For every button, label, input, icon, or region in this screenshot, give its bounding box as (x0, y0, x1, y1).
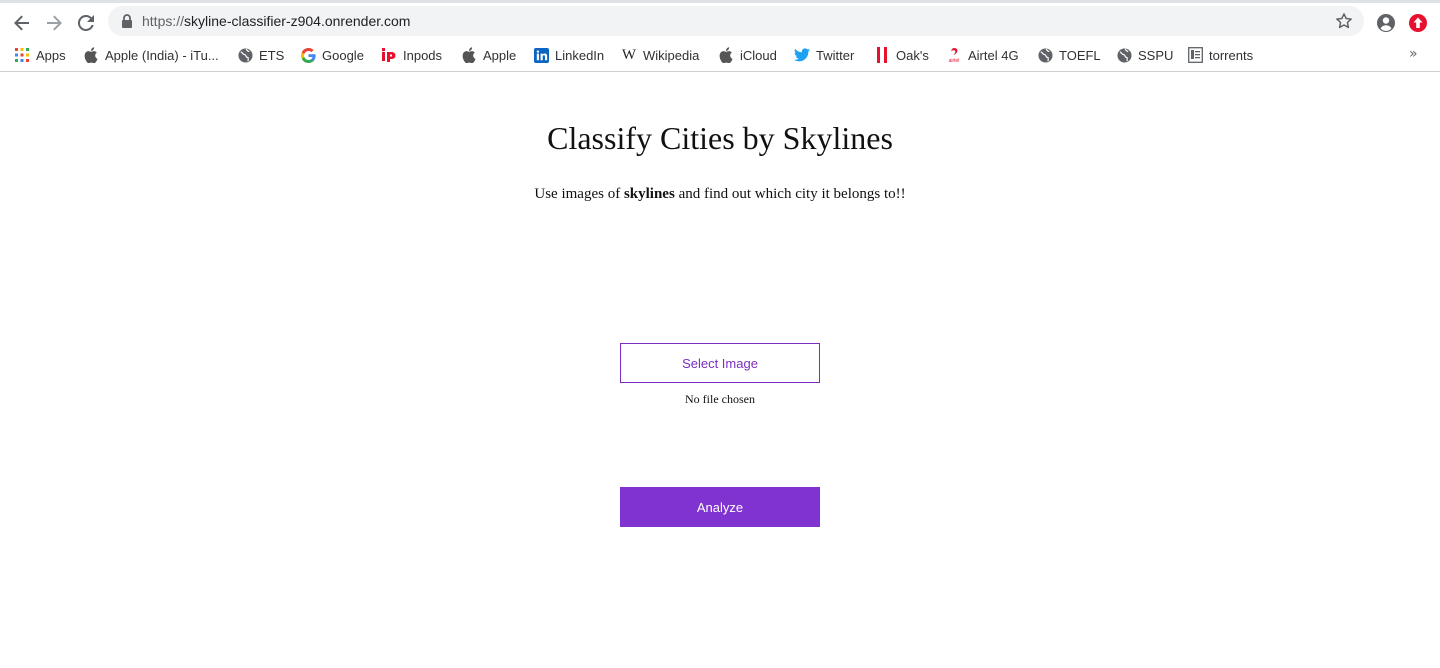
bookmark-toefl[interactable]: TOEFL (1037, 43, 1101, 67)
bookmark-label: Apps (36, 47, 66, 63)
globe-icon (237, 47, 253, 63)
globe-icon (1037, 47, 1053, 63)
url-scheme: https:// (142, 13, 185, 29)
bookmark-label: iCloud (740, 47, 777, 63)
bookmark-airtel-4g[interactable]: airtel Airtel 4G (946, 43, 1019, 67)
page-content: Classify Cities by Skylines Use images o… (0, 72, 1440, 668)
bookmarks-bar: Apps Apple (India) - iTu... ETS Google I… (0, 40, 1440, 72)
apple-icon (83, 47, 99, 63)
bookmark-label: Wikipedia (643, 47, 700, 63)
bookmarks-overflow-chevron-icon[interactable]: » (1409, 46, 1418, 62)
subtitle-text-end: and find out which city it belongs to!! (674, 186, 906, 202)
bookmark-label: SSPU (1138, 47, 1174, 63)
bookmark-label: Oak's (896, 47, 929, 63)
reload-button[interactable] (72, 9, 100, 37)
twitter-icon (794, 47, 810, 63)
back-button[interactable] (8, 9, 36, 37)
profile-avatar-icon[interactable] (1375, 12, 1397, 34)
forward-arrow-icon (47, 15, 62, 31)
bookmark-oaks[interactable]: Oak's (874, 43, 929, 67)
url-host: skyline-classifier-z904.onrender.com (184, 13, 411, 29)
analyze-button[interactable]: Analyze (620, 487, 820, 527)
bookmark-label: Inpods (403, 47, 443, 63)
bookmark-label: Apple (India) - iTu... (105, 47, 219, 63)
address-bar[interactable]: https://skyline-classifier-z904.onrender… (108, 6, 1364, 36)
oaks-icon (874, 47, 890, 63)
wikipedia-icon: W (621, 46, 637, 63)
forward-button[interactable] (40, 9, 68, 37)
select-image-button[interactable]: Select Image (620, 343, 820, 383)
bookmark-label: torrents (1209, 47, 1254, 63)
bookmark-label: Google (322, 47, 364, 63)
page-title: Classify Cities by Skylines (547, 120, 893, 156)
bookmark-sspu[interactable]: SSPU (1116, 43, 1173, 67)
airtel-icon: airtel (946, 47, 962, 63)
inpods-icon (381, 47, 397, 63)
url-text: https://skyline-classifier-z904.onrender… (142, 13, 410, 29)
bookmark-star-icon[interactable] (1334, 11, 1354, 31)
bookmark-apple-india-itunes[interactable]: Apple (India) - iTu... (83, 43, 219, 67)
bookmark-label: LinkedIn (555, 47, 605, 63)
apple-icon (461, 47, 477, 63)
bookmark-label: Apple (483, 47, 517, 63)
google-icon (300, 47, 316, 63)
svg-text:airtel: airtel (949, 58, 960, 63)
bookmark-apple[interactable]: Apple (461, 43, 516, 67)
linkedin-icon (533, 47, 549, 63)
lock-icon (122, 14, 132, 28)
bookmark-google[interactable]: Google (300, 43, 364, 67)
apple-icon (718, 47, 734, 63)
globe-icon (1116, 47, 1132, 63)
bookmark-label: ETS (259, 47, 285, 63)
bookmark-wikipedia[interactable]: W Wikipedia (621, 43, 699, 67)
subtitle-text-start: Use images of (534, 186, 624, 202)
bookmark-apps[interactable]: Apps (14, 43, 66, 67)
bookmark-label: TOEFL (1059, 47, 1101, 63)
bookmark-inpods[interactable]: Inpods (381, 43, 442, 67)
browser-toolbar: https://skyline-classifier-z904.onrender… (0, 0, 1440, 40)
bookmark-twitter[interactable]: Twitter (794, 43, 854, 67)
bookmark-label: Airtel 4G (968, 47, 1019, 63)
bookmark-linkedin[interactable]: LinkedIn (533, 43, 604, 67)
reload-icon (78, 15, 94, 31)
file-chosen-status: No file chosen (685, 392, 755, 406)
bookmark-ets[interactable]: ETS (237, 43, 284, 67)
page-subtitle: Use images of skylines and find out whic… (0, 186, 1440, 203)
bookmark-label: Twitter (816, 47, 855, 63)
extension-update-icon[interactable] (1408, 13, 1428, 33)
subtitle-bold-keyword: skylines (623, 186, 675, 202)
document-icon (1187, 47, 1203, 63)
apps-grid-icon (14, 47, 30, 63)
bookmark-icloud[interactable]: iCloud (718, 43, 777, 67)
back-arrow-icon (14, 15, 29, 31)
bookmark-torrents[interactable]: torrents (1187, 43, 1253, 67)
